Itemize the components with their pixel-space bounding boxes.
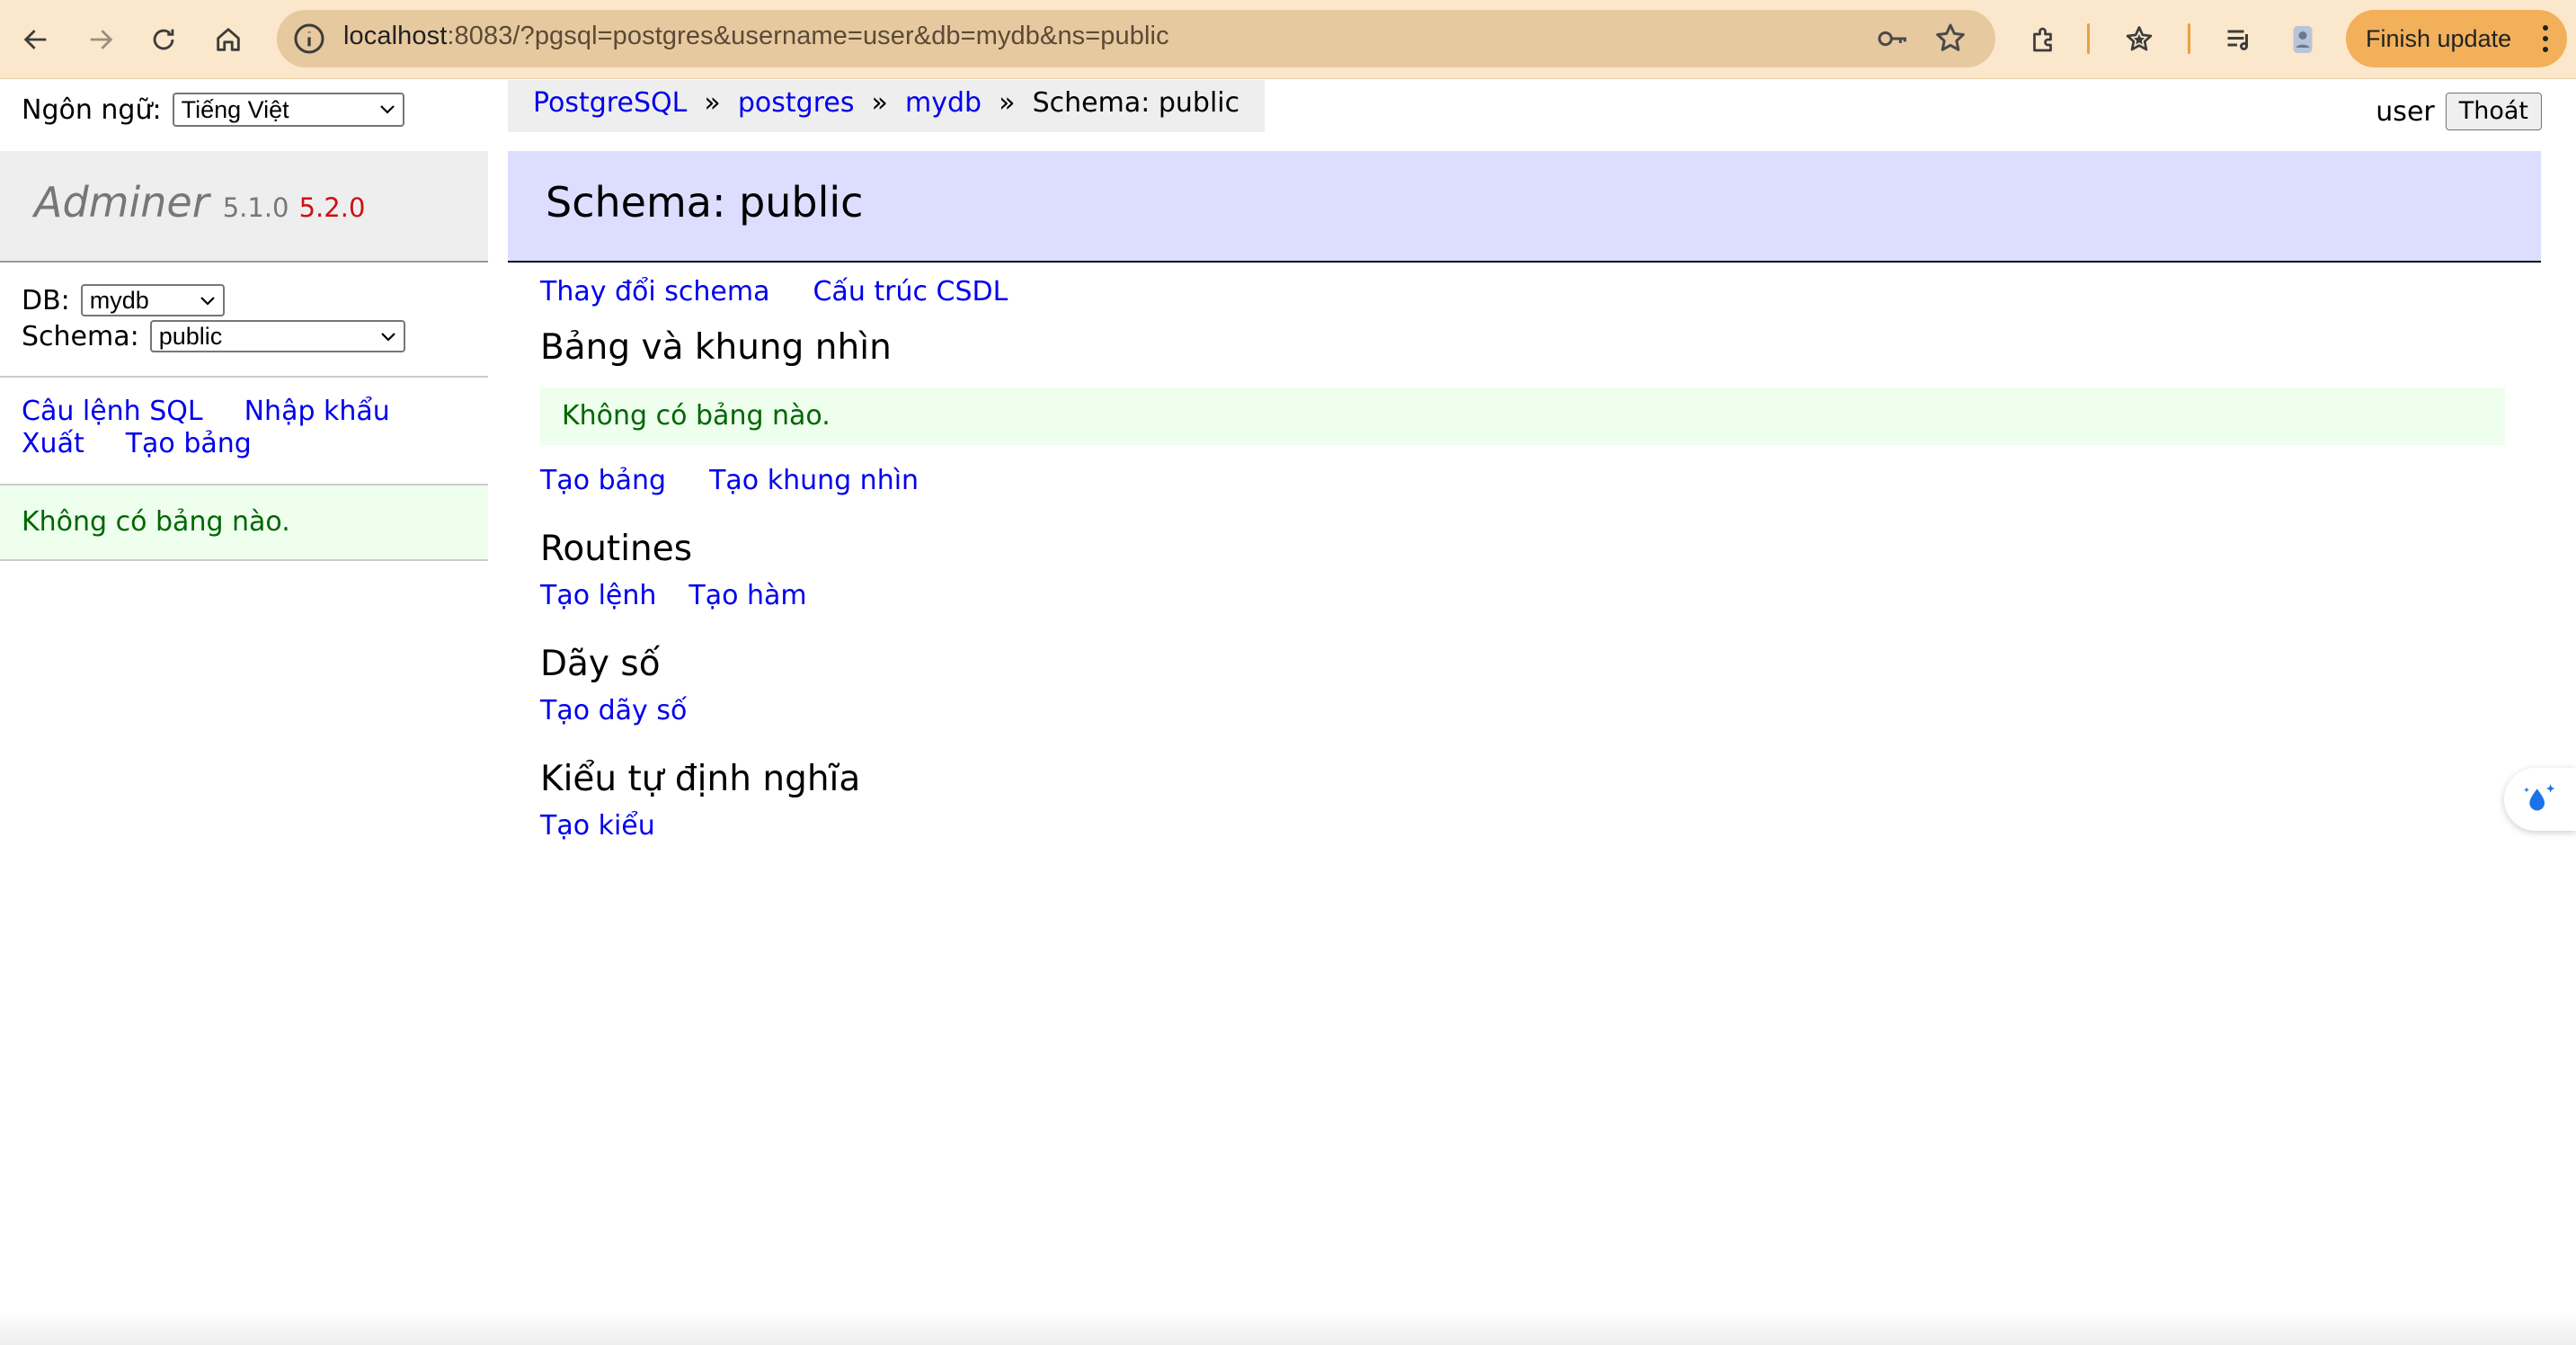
alter-schema-link[interactable]: Thay đổi schema [540, 276, 769, 307]
site-info-icon[interactable] [291, 21, 327, 57]
logout-button[interactable]: Thoát [2445, 93, 2542, 130]
export-link[interactable]: Xuất [22, 428, 84, 459]
url-text[interactable]: localhost:8083/?pgsql=postgres&username=… [343, 22, 1169, 51]
password-key-icon[interactable] [1875, 21, 1911, 57]
chevron-down-icon [380, 333, 395, 342]
breadcrumb-db[interactable]: mydb [905, 87, 982, 119]
db-label: DB: [22, 284, 70, 316]
db-select[interactable]: mydb [80, 284, 225, 316]
browser-toolbar: localhost:8083/?pgsql=postgres&username=… [0, 0, 2576, 79]
bookmark-star-icon[interactable] [1932, 21, 1968, 57]
breadcrumb-current: Schema: public [1032, 87, 1240, 119]
schema-select[interactable]: public [149, 320, 405, 352]
username: user [2376, 95, 2435, 128]
schema-selected-value: public [158, 323, 223, 350]
breadcrumb: PostgreSQL » postgres » mydb » Schema: p… [508, 80, 1266, 132]
profile-icon[interactable] [2281, 18, 2324, 61]
floating-assistant-button[interactable] [2504, 768, 2576, 831]
routine-links: Tạo lệnh Tạo hàm [540, 580, 2505, 611]
reload-icon[interactable] [140, 16, 187, 63]
schema-label: Schema: [22, 320, 139, 352]
create-procedure-link[interactable]: Tạo lệnh [540, 580, 656, 611]
sequence-links: Tạo dãy số [540, 695, 2505, 726]
finish-update-button[interactable]: Finish update [2346, 10, 2567, 67]
create-type-link[interactable]: Tạo kiểu [540, 810, 655, 842]
create-sequence-link[interactable]: Tạo dãy số [540, 695, 687, 726]
language-form: Ngôn ngữ: Tiếng Việt [22, 93, 404, 127]
breadcrumb-separator: » [990, 87, 1025, 119]
water-drop-sparkle-icon [2524, 784, 2555, 811]
main-content: Thay đổi schema Cấu trúc CSDL Bảng và khu… [540, 276, 2505, 842]
routines-heading: Routines [540, 529, 693, 569]
sidebar-links: Câu lệnh SQL Nhập khẩu Xuất Tạo bảng [0, 378, 488, 485]
breadcrumb-postgresql[interactable]: PostgreSQL [533, 87, 687, 119]
reading-list-icon[interactable] [2218, 18, 2261, 61]
import-link[interactable]: Nhập khẩu [244, 396, 390, 427]
back-icon[interactable] [13, 16, 59, 63]
forward-icon[interactable] [77, 16, 124, 63]
create-table-link[interactable]: Tạo bảng [540, 465, 666, 496]
create-view-link[interactable]: Tạo khung nhìn [709, 465, 919, 496]
language-selected-value: Tiếng Việt [181, 96, 289, 123]
new-version-link[interactable]: 5.2.0 [299, 192, 366, 223]
breadcrumb-separator: » [695, 87, 730, 119]
db-selected-value: mydb [89, 287, 149, 314]
create-table-link[interactable]: Tạo bảng [126, 428, 252, 459]
breadcrumb-separator: » [863, 87, 897, 119]
address-bar[interactable]: localhost:8083/?pgsql=postgres&username=… [277, 10, 1995, 67]
sequences-heading: Dãy số [540, 644, 661, 684]
table-links: Tạo bảng Tạo khung nhìn [540, 465, 2505, 496]
language-label: Ngôn ngữ: [22, 94, 162, 126]
create-function-link[interactable]: Tạo hàm [688, 580, 806, 611]
toolbar-separator [2188, 23, 2190, 54]
db-structure-link[interactable]: Cấu trúc CSDL [813, 276, 1008, 307]
logout-form: user Thoát [2376, 93, 2542, 130]
extensions-icon[interactable] [2022, 18, 2065, 61]
version-label: 5.1.0 [222, 192, 289, 223]
page-title: Schema: public [508, 151, 2541, 263]
home-icon[interactable] [205, 16, 252, 63]
adminer-page: Ngôn ngữ: Tiếng Việt PostgreSQL » postgr… [0, 80, 2576, 1345]
bookmarks-star-icon[interactable] [2118, 18, 2161, 61]
chevron-down-icon [200, 297, 215, 306]
adminer-logo-link[interactable]: Adminer [34, 178, 209, 227]
no-tables-message: Không có bảng nào. [540, 387, 2505, 445]
types-heading: Kiểu tự định nghĩa [540, 759, 861, 799]
finish-update-label: Finish update [2366, 24, 2512, 52]
sidebar: Adminer 5.1.0 5.2.0 DB: mydb Schema: pub… [0, 151, 488, 561]
tables-heading: Bảng và khung nhìn [540, 327, 892, 368]
type-links: Tạo kiểu [540, 810, 2505, 842]
chevron-down-icon [379, 105, 395, 114]
toolbar-separator [2087, 23, 2090, 54]
logo-box: Adminer 5.1.0 5.2.0 [0, 151, 488, 263]
schema-links: Thay đổi schema Cấu trúc CSDL [540, 276, 2505, 307]
breadcrumb-server[interactable]: postgres [738, 87, 855, 119]
db-selector-form: DB: mydb Schema: public [0, 263, 488, 378]
sql-command-link[interactable]: Câu lệnh SQL [22, 396, 203, 427]
more-vert-icon[interactable] [2542, 22, 2549, 55]
language-select[interactable]: Tiếng Việt [172, 93, 404, 127]
sidebar-no-tables-message: Không có bảng nào. [0, 485, 488, 561]
bottom-shadow [0, 1313, 2576, 1345]
